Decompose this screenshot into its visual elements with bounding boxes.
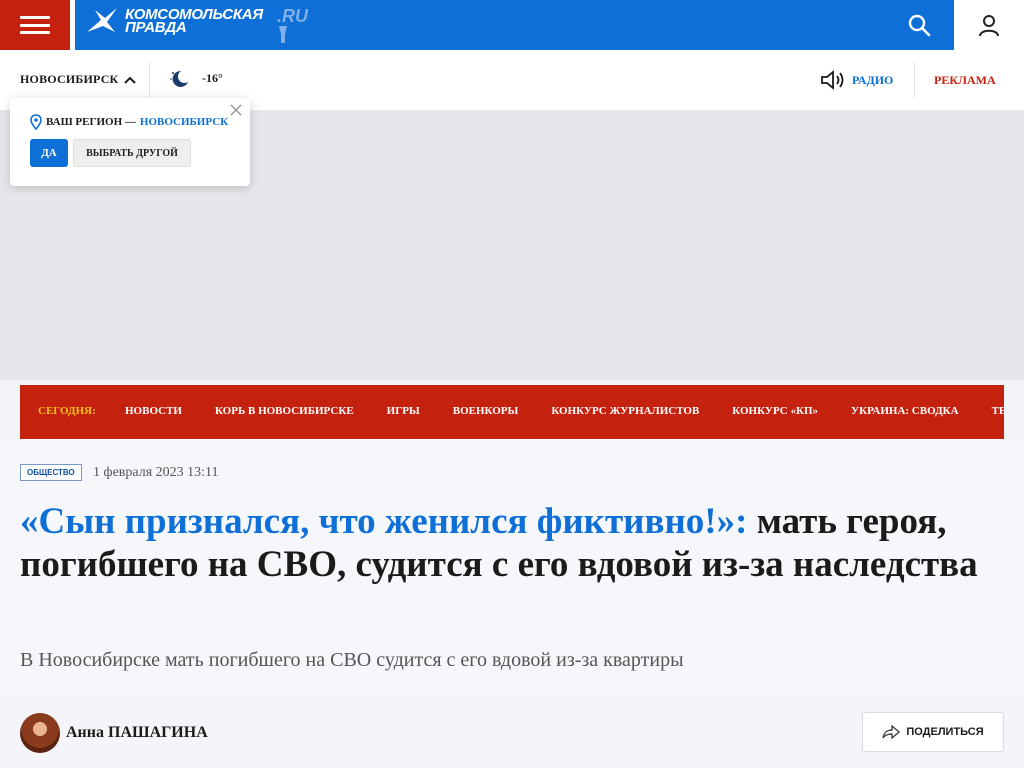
divider — [914, 62, 915, 98]
close-icon[interactable] — [230, 104, 242, 116]
share-icon — [882, 725, 901, 739]
today-label: СЕГОДНЯ: — [38, 405, 96, 417]
confirm-region-button[interactable]: ДА — [30, 139, 68, 167]
today-nav-items: НОВОСТИ КОРЬ В НОВОСИБИРСКЕ ИГРЫ ВОЕНКОР… — [125, 405, 1004, 417]
today-nav: СЕГОДНЯ: НОВОСТИ КОРЬ В НОВОСИБИРСКЕ ИГР… — [20, 385, 1004, 439]
radio-link[interactable]: РАДИО — [820, 70, 893, 90]
moon-stars-icon — [170, 70, 188, 87]
rubric-tag[interactable]: ОБЩЕСТВО — [20, 464, 82, 481]
location-pin-icon — [30, 114, 42, 130]
torch-icon — [279, 26, 287, 43]
region-name: НОВОСИБИРСК — [139, 116, 229, 128]
city-selector[interactable]: НОВОСИБИРСК — [20, 72, 137, 87]
user-icon — [979, 15, 999, 37]
share-label: ПОДЕЛИТЬСЯ — [906, 726, 984, 738]
share-button[interactable]: ПОДЕЛИТЬСЯ — [862, 712, 1004, 752]
nav-item[interactable]: ТЕХ — [992, 405, 1004, 417]
radio-label: РАДИО — [852, 72, 894, 87]
title-quote: «Сын признался, что женился фиктивно!»: — [20, 501, 748, 542]
chevron-up-icon — [124, 76, 137, 84]
menu-button[interactable] — [0, 0, 70, 50]
nav-item[interactable]: ВОЕНКОРЫ — [453, 405, 519, 417]
city-name: НОВОСИБИРСК — [20, 72, 119, 86]
weather-widget[interactable]: -16° — [168, 68, 223, 88]
ads-link[interactable]: РЕКЛАМА — [934, 73, 996, 88]
site-logo[interactable]: комсомольская правда — [85, 6, 263, 36]
author-name: Анна ПАШАГИНА — [66, 724, 208, 741]
search-button[interactable] — [884, 0, 954, 50]
divider — [149, 62, 150, 98]
temperature: -16° — [202, 70, 223, 85]
nav-item[interactable]: КОНКУРС ЖУРНАЛИСТОВ — [551, 405, 699, 417]
article-title: «Сын признался, что женился фиктивно!»: … — [20, 500, 1004, 586]
logo-wordmark: комсомольская правда — [125, 6, 263, 36]
nav-item[interactable]: КОРЬ В НОВОСИБИРСКЕ — [215, 405, 354, 417]
brand-bar: комсомольская правда .RU — [75, 0, 954, 50]
top-header: комсомольская правда .RU — [0, 0, 1024, 50]
hamburger-icon — [20, 16, 50, 34]
choose-other-region-button[interactable]: ВЫБРАТЬ ДРУГОЙ — [73, 139, 191, 167]
nav-item[interactable]: ИГРЫ — [387, 405, 420, 417]
nav-item[interactable]: УКРАИНА: СВОДКА — [851, 405, 959, 417]
nav-item[interactable]: КОНКУРС «КП» — [732, 405, 818, 417]
article-lead: В Новосибирске мать погибшего на СВО суд… — [20, 649, 684, 671]
avatar — [20, 713, 60, 753]
region-prefix: ВАШ РЕГИОН — — [46, 116, 136, 128]
region-popup: ВАШ РЕГИОН — НОВОСИБИРСК ДА ВЫБРАТЬ ДРУГ… — [10, 98, 250, 186]
kp-bird-icon — [87, 8, 117, 32]
author-link[interactable]: Анна ПАШАГИНА — [20, 713, 208, 753]
publish-date: 1 февраля 2023 13:11 — [93, 465, 219, 480]
speaker-icon — [821, 70, 844, 90]
nav-item[interactable]: НОВОСТИ — [125, 405, 182, 417]
search-icon — [908, 14, 931, 37]
user-button[interactable] — [954, 0, 1024, 50]
region-question: ВАШ РЕГИОН — НОВОСИБИРСК — [30, 114, 228, 130]
